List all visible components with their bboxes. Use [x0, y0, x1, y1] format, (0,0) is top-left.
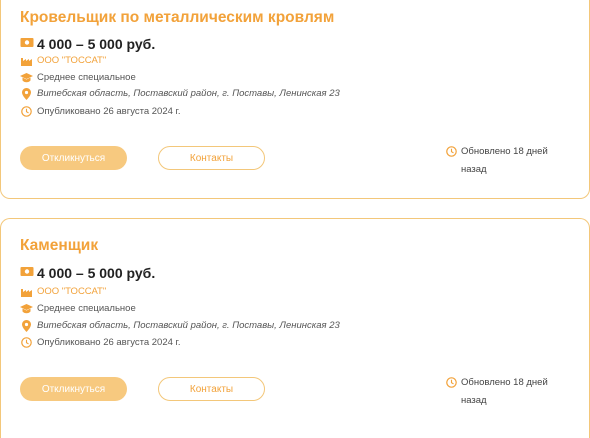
contacts-button[interactable]: Контакты [158, 377, 265, 401]
company-name[interactable]: ООО "ТОССАТ" [37, 55, 106, 66]
company-name[interactable]: ООО "ТОССАТ" [37, 286, 106, 297]
clock-icon [446, 377, 457, 395]
apply-button[interactable]: Откликнуться [20, 377, 127, 401]
updated-text: Обновлено 18 дней назад [461, 146, 548, 175]
contacts-button[interactable]: Контакты [158, 146, 265, 170]
salary: 4 000 – 5 000 руб. [37, 36, 156, 52]
updated-info: Обновлено 18 дней назад [446, 143, 561, 179]
location-pin-icon [20, 319, 33, 332]
clock-icon [20, 106, 33, 117]
factory-icon [20, 286, 33, 297]
salary: 4 000 – 5 000 руб. [37, 265, 156, 281]
education-row: Среднее специальное [20, 72, 136, 83]
published-row: Опубликовано 26 августа 2024 г. [20, 106, 180, 117]
address-row: Витебская область, Поставский район, г. … [20, 87, 340, 100]
updated-info: Обновлено 18 дней назад [446, 374, 561, 410]
salary-row: 4 000 – 5 000 руб. [20, 35, 155, 53]
money-icon [20, 264, 34, 282]
updated-text: Обновлено 18 дней назад [461, 377, 548, 406]
vacancy-card: Каменщик 4 000 – 5 000 руб. ООО "ТОССАТ"… [0, 218, 590, 438]
published-date: Опубликовано 26 августа 2024 г. [37, 106, 181, 117]
factory-icon [20, 55, 33, 66]
address: Витебская область, Поставский район, г. … [37, 320, 340, 331]
apply-button[interactable]: Откликнуться [20, 146, 127, 170]
vacancy-title[interactable]: Каменщик [20, 237, 98, 255]
vacancy-card: Кровельщик по металлическим кровлям 4 00… [0, 0, 590, 199]
education: Среднее специальное [37, 72, 136, 83]
location-pin-icon [20, 87, 33, 100]
vacancy-title[interactable]: Кровельщик по металлическим кровлям [20, 9, 334, 27]
company-row: ООО "ТОССАТ" [20, 55, 106, 66]
graduation-cap-icon [20, 72, 33, 83]
address-row: Витебская область, Поставский район, г. … [20, 319, 340, 332]
clock-icon [20, 337, 33, 348]
graduation-cap-icon [20, 303, 33, 314]
clock-icon [446, 146, 457, 164]
published-date: Опубликовано 26 августа 2024 г. [37, 337, 181, 348]
education-row: Среднее специальное [20, 303, 136, 314]
education: Среднее специальное [37, 303, 136, 314]
published-row: Опубликовано 26 августа 2024 г. [20, 337, 180, 348]
address: Витебская область, Поставский район, г. … [37, 88, 340, 99]
salary-row: 4 000 – 5 000 руб. [20, 264, 155, 282]
company-row: ООО "ТОССАТ" [20, 286, 106, 297]
money-icon [20, 35, 34, 53]
